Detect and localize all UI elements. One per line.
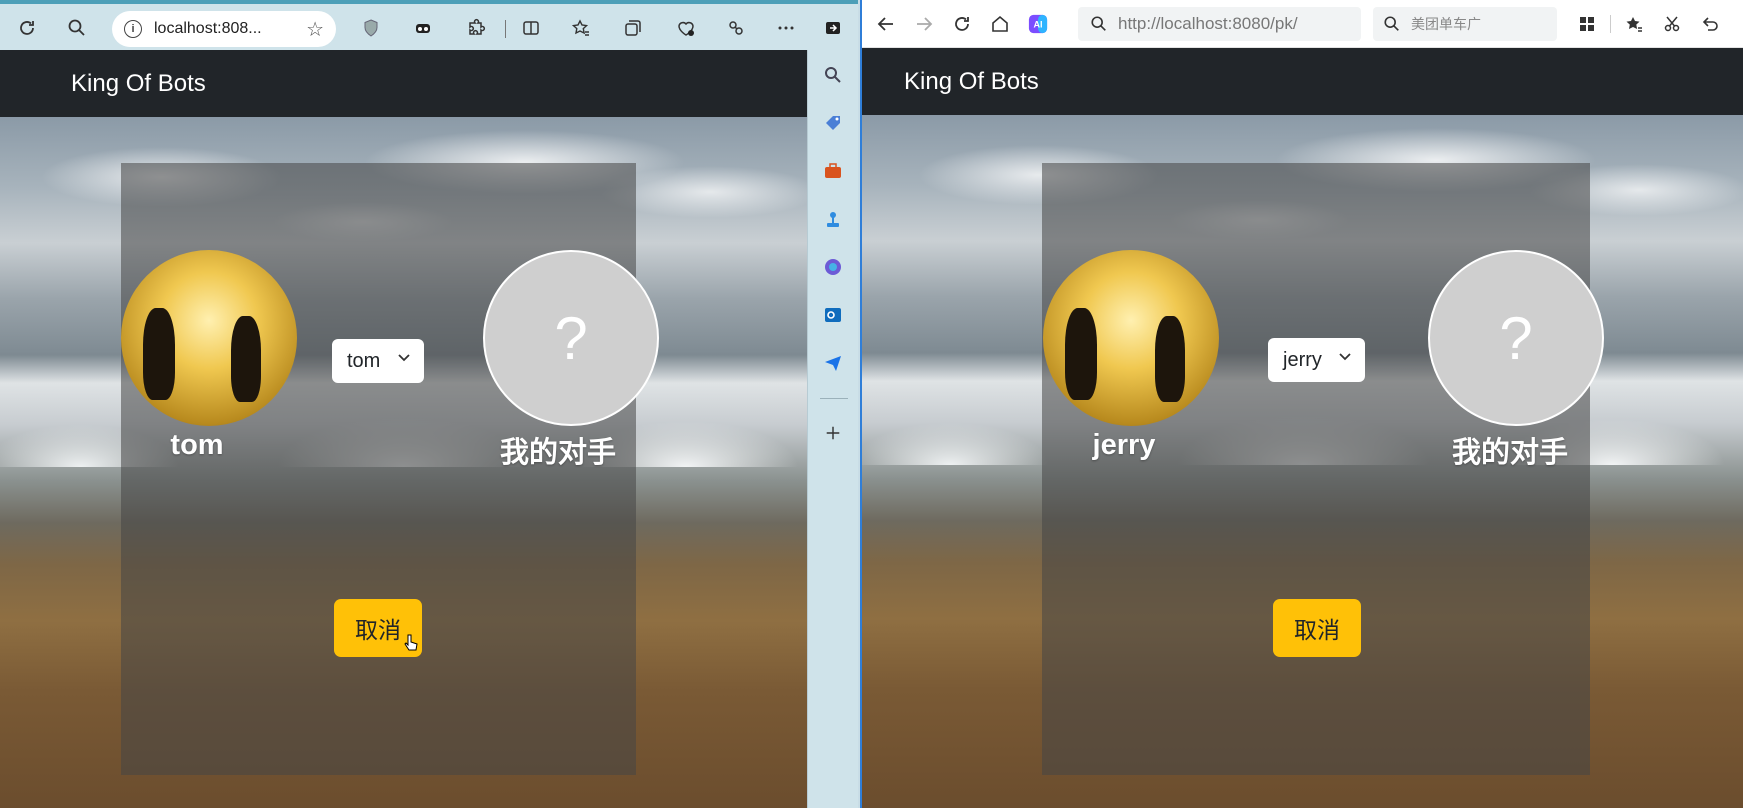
cancel-match-button[interactable]: 取消 <box>1273 599 1361 657</box>
opponent-unknown-mark: ? <box>554 304 588 372</box>
opponent-avatar: ? <box>1428 250 1604 426</box>
navbar-brand[interactable]: King Of Bots <box>904 68 1039 96</box>
sidebar-toggle-icon[interactable] <box>817 12 849 44</box>
avatar-silhouette <box>1155 316 1185 402</box>
search-icon[interactable] <box>61 12 93 44</box>
avatar-silhouette <box>231 316 261 402</box>
home-icon[interactable] <box>984 8 1016 40</box>
favorites-icon[interactable] <box>565 12 597 44</box>
player-name: jerry <box>1092 429 1156 461</box>
more-menu-icon[interactable] <box>770 12 802 44</box>
web-search-placeholder: 美团单车广 <box>1411 16 1481 32</box>
right-browser-toolbar: AI http://localhost:8080/pk/ 美团单车广 <box>862 0 1743 48</box>
right-page: King Of Bots jerry jerry ? 我的对手 取消 <box>862 48 1743 808</box>
site-info-icon[interactable]: i <box>124 20 142 38</box>
edge-sidebar <box>807 50 858 808</box>
back-icon[interactable] <box>870 8 902 40</box>
search-icon <box>1384 16 1399 31</box>
opponent-name: 我的对手 <box>1451 437 1568 469</box>
screen: i localhost:808... ☆ King Of Bots tom to… <box>0 0 1743 808</box>
player-avatar <box>1043 250 1219 426</box>
toolbar-divider <box>1610 15 1611 33</box>
left-address-bar[interactable]: i localhost:808... ☆ <box>112 11 336 47</box>
opponent-avatar: ? <box>483 250 659 426</box>
extensions-puzzle-icon[interactable] <box>460 12 492 44</box>
sidebar-tag-icon[interactable] <box>820 110 846 136</box>
bot-select[interactable]: tom <box>332 339 424 383</box>
navbar: King Of Bots <box>0 50 807 117</box>
split-screen-icon[interactable] <box>515 12 547 44</box>
sidebar-copilot-icon[interactable] <box>820 254 846 280</box>
refresh-icon[interactable] <box>946 8 978 40</box>
copilot-connect-icon[interactable] <box>720 12 752 44</box>
apps-grid-icon[interactable] <box>1571 8 1603 40</box>
forward-icon[interactable] <box>908 8 940 40</box>
favorites-icon[interactable] <box>1618 8 1650 40</box>
ai-assistant-icon[interactable]: AI <box>1022 8 1054 40</box>
navbar-brand[interactable]: King Of Bots <box>71 70 206 98</box>
bot-select[interactable]: jerry <box>1268 338 1365 382</box>
extension-glasses-icon[interactable] <box>407 12 439 44</box>
player-name: tom <box>170 429 224 461</box>
left-browser-toolbar: i localhost:808... ☆ <box>0 0 858 50</box>
chevron-down-icon <box>1339 353 1351 361</box>
navbar: King Of Bots <box>862 48 1743 115</box>
sidebar-games-icon[interactable] <box>820 206 846 232</box>
shield-icon[interactable] <box>355 12 387 44</box>
undo-icon[interactable] <box>1694 8 1726 40</box>
svg-text:AI: AI <box>1033 20 1042 30</box>
left-browser-window: i localhost:808... ☆ King Of Bots tom to… <box>0 0 858 808</box>
opponent-name: 我的对手 <box>499 437 616 469</box>
web-search-box[interactable]: 美团单车广 <box>1373 7 1557 41</box>
favorite-star-icon[interactable]: ☆ <box>306 17 324 42</box>
screenshot-scissors-icon[interactable] <box>1656 8 1688 40</box>
avatar-silhouette <box>1065 308 1097 400</box>
left-page: King Of Bots tom tom ? 我的对手 取消 <box>0 50 807 808</box>
opponent-unknown-mark: ? <box>1499 304 1533 372</box>
search-icon <box>1091 16 1106 31</box>
player-avatar <box>121 250 297 426</box>
right-browser-window: AI http://localhost:8080/pk/ 美团单车广 King … <box>860 0 1743 808</box>
right-address-bar[interactable]: http://localhost:8080/pk/ <box>1078 7 1361 41</box>
left-address-text: localhost:808... <box>154 20 262 37</box>
sidebar-divider <box>820 398 848 399</box>
browser-essentials-icon[interactable] <box>670 12 702 44</box>
bot-select-value: tom <box>347 349 381 372</box>
right-address-text: http://localhost:8080/pk/ <box>1118 14 1298 33</box>
collections-icon[interactable] <box>617 12 649 44</box>
sidebar-outlook-icon[interactable] <box>820 302 846 328</box>
sidebar-send-icon[interactable] <box>820 350 846 376</box>
bot-select-value: jerry <box>1283 348 1322 371</box>
refresh-icon[interactable] <box>11 12 43 44</box>
toolbar-divider <box>505 20 506 38</box>
hand-cursor-icon <box>404 634 418 651</box>
sidebar-add-icon[interactable] <box>820 420 846 446</box>
sidebar-search-icon[interactable] <box>820 62 846 88</box>
chevron-down-icon <box>398 354 410 362</box>
avatar-silhouette <box>143 308 175 400</box>
sidebar-tools-icon[interactable] <box>820 158 846 184</box>
